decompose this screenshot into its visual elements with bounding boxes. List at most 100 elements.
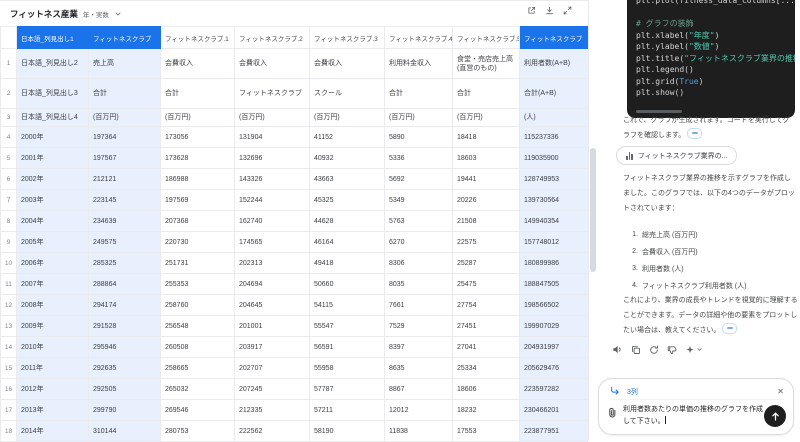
- table-cell[interactable]: 280753: [160, 420, 235, 442]
- code-citation-icon[interactable]: [687, 128, 703, 139]
- column-header[interactable]: フィットネスクラブ.3: [309, 26, 385, 49]
- table-cell[interactable]: 2000年: [16, 126, 89, 148]
- table-cell[interactable]: 2008年: [16, 294, 89, 316]
- table-cell[interactable]: 利用料金収入: [384, 48, 453, 79]
- table-cell[interactable]: 258760: [160, 294, 235, 316]
- table-cell[interactable]: 27754: [452, 294, 520, 316]
- table-cell[interactable]: 21508: [452, 210, 520, 232]
- table-cell[interactable]: 162740: [234, 210, 310, 232]
- table-cell[interactable]: 256548: [160, 315, 235, 337]
- table-cell[interactable]: 8397: [384, 336, 453, 358]
- column-header[interactable]: フィットネスクラブ.5: [452, 26, 520, 49]
- table-cell[interactable]: 55958: [309, 357, 385, 379]
- row-number[interactable]: 8: [0, 210, 17, 232]
- table-cell[interactable]: 25475: [452, 273, 520, 295]
- table-cell[interactable]: 日本語_列見出し4: [16, 108, 89, 127]
- table-cell[interactable]: 2014年: [16, 420, 89, 442]
- row-number[interactable]: 1: [0, 48, 17, 79]
- table-cell[interactable]: 45325: [309, 189, 385, 211]
- table-cell[interactable]: 合計: [88, 78, 161, 109]
- row-number[interactable]: 3: [0, 108, 17, 127]
- table-cell[interactable]: 25287: [452, 252, 520, 274]
- table-cell[interactable]: 197567: [88, 147, 161, 169]
- copy-icon[interactable]: [631, 345, 641, 355]
- table-cell[interactable]: 2002年: [16, 168, 89, 190]
- table-cell[interactable]: (百万円): [309, 108, 385, 127]
- table-cell[interactable]: 201001: [234, 315, 310, 337]
- expand-icon[interactable]: [563, 6, 572, 15]
- table-cell[interactable]: (百万円): [88, 108, 161, 127]
- table-cell[interactable]: 57211: [309, 399, 385, 421]
- row-number[interactable]: 5: [0, 147, 17, 169]
- table-cell[interactable]: 131904: [234, 126, 310, 148]
- row-number[interactable]: 12: [0, 294, 17, 316]
- table-cell[interactable]: 294174: [88, 294, 161, 316]
- table-cell[interactable]: 27451: [452, 315, 520, 337]
- table-cell[interactable]: 143326: [234, 168, 310, 190]
- table-cell[interactable]: 202313: [234, 252, 310, 274]
- table-cell[interactable]: 119035900: [519, 147, 588, 169]
- table-cell[interactable]: 310144: [88, 420, 161, 442]
- table-cell[interactable]: 295946: [88, 336, 161, 358]
- column-header[interactable]: 日本語_列見出し1: [16, 26, 89, 49]
- column-header[interactable]: フィットネスクラブ: [88, 26, 161, 49]
- table-cell[interactable]: 212121: [88, 168, 161, 190]
- table-cell[interactable]: 258665: [160, 357, 235, 379]
- table-cell[interactable]: 5336: [384, 147, 453, 169]
- table-cell[interactable]: フィットネスクラブ: [234, 78, 310, 109]
- table-cell[interactable]: 56591: [309, 336, 385, 358]
- table-cell[interactable]: 288864: [88, 273, 161, 295]
- table-cell[interactable]: 204694: [234, 273, 310, 295]
- table-cell[interactable]: 260508: [160, 336, 235, 358]
- table-cell[interactable]: 2009年: [16, 315, 89, 337]
- send-button[interactable]: [764, 405, 786, 427]
- table-cell[interactable]: 128749953: [519, 168, 588, 190]
- table-cell[interactable]: 149940354: [519, 210, 588, 232]
- table-cell[interactable]: 5763: [384, 210, 453, 232]
- table-cell[interactable]: 2005年: [16, 231, 89, 253]
- table-cell[interactable]: (百万円): [384, 108, 453, 127]
- table-cell[interactable]: (百万円): [452, 108, 520, 127]
- table-cell[interactable]: 41152: [309, 126, 385, 148]
- table-cell[interactable]: 174565: [234, 231, 310, 253]
- table-cell[interactable]: 152244: [234, 189, 310, 211]
- table-cell[interactable]: 8635: [384, 357, 453, 379]
- table-cell[interactable]: 139730564: [519, 189, 588, 211]
- table-cell[interactable]: 58190: [309, 420, 385, 442]
- table-cell[interactable]: 207245: [234, 378, 310, 400]
- regenerate-icon[interactable]: [649, 345, 659, 355]
- table-cell[interactable]: 54115: [309, 294, 385, 316]
- row-number[interactable]: 14: [0, 336, 17, 358]
- code-citation-icon[interactable]: [722, 323, 738, 334]
- table-cell[interactable]: 203917: [234, 336, 310, 358]
- table-cell[interactable]: 46164: [309, 231, 385, 253]
- table-cell[interactable]: 8867: [384, 378, 453, 400]
- table-cell[interactable]: 255353: [160, 273, 235, 295]
- table-cell[interactable]: 115237336: [519, 126, 588, 148]
- table-cell[interactable]: 285325: [88, 252, 161, 274]
- table-cell[interactable]: 188847505: [519, 273, 588, 295]
- table-cell[interactable]: 2006年: [16, 252, 89, 274]
- table-cell[interactable]: 25334: [452, 357, 520, 379]
- table-cell[interactable]: スクール: [309, 78, 385, 109]
- table-cell[interactable]: 18606: [452, 378, 520, 400]
- code-block[interactable]: plt.plot(fitness_data_columns[...]) # グラ…: [627, 0, 795, 118]
- table-cell[interactable]: 日本語_列見出し3: [16, 78, 89, 109]
- table-cell[interactable]: 19441: [452, 168, 520, 190]
- row-number[interactable]: 16: [0, 378, 17, 400]
- table-cell[interactable]: 223145: [88, 189, 161, 211]
- table-cell[interactable]: 49418: [309, 252, 385, 274]
- table-cell[interactable]: 197364: [88, 126, 161, 148]
- table-cell[interactable]: (人): [519, 108, 588, 127]
- table-cell[interactable]: 212335: [234, 399, 310, 421]
- table-cell[interactable]: 198566502: [519, 294, 588, 316]
- table-cell[interactable]: 22575: [452, 231, 520, 253]
- table-cell[interactable]: 日本語_列見出し2: [16, 48, 89, 79]
- table-cell[interactable]: 173628: [160, 147, 235, 169]
- table-cell[interactable]: 18603: [452, 147, 520, 169]
- sparkle-menu-icon[interactable]: [685, 345, 703, 355]
- table-cell[interactable]: 265032: [160, 378, 235, 400]
- table-cell[interactable]: (百万円): [160, 108, 235, 127]
- row-number[interactable]: 11: [0, 273, 17, 295]
- row-number[interactable]: 2: [0, 78, 17, 109]
